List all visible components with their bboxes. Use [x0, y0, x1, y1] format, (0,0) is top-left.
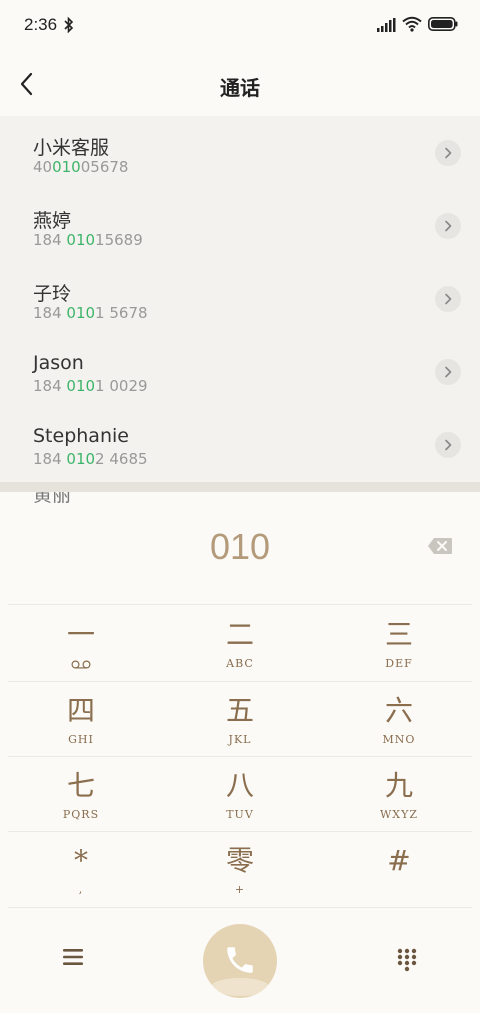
- number-match: 010: [66, 450, 96, 468]
- divider: [8, 604, 472, 605]
- number-match: 010: [66, 377, 96, 395]
- partial-contact-row[interactable]: 黄丽: [33, 492, 93, 506]
- key-letters: GHI: [68, 733, 94, 746]
- divider: [8, 907, 472, 908]
- key-glyph: 八: [225, 769, 254, 802]
- key-letters: JKL: [228, 733, 252, 746]
- key-1[interactable]: 一: [4, 606, 158, 681]
- number-suffix: 1 5678: [95, 304, 148, 322]
- key-letters: DEF: [385, 657, 413, 670]
- key-hash[interactable]: #: [322, 832, 476, 907]
- signal-icon: [377, 18, 396, 32]
- contact-details-button[interactable]: [435, 359, 461, 385]
- number-prefix: 184: [33, 231, 67, 249]
- contact-name: 小米客服: [33, 137, 110, 159]
- key-glyph: 零: [225, 844, 254, 877]
- contact-result-row[interactable]: 子玲 184 0101 5678: [0, 262, 480, 335]
- number-suffix: 05678: [80, 158, 129, 176]
- contact-number: 184 0101 5678: [33, 304, 148, 322]
- key-glyph: #: [387, 844, 411, 877]
- key-4[interactable]: 四 GHI: [4, 682, 158, 757]
- number-prefix: 40: [33, 158, 53, 176]
- key-3[interactable]: 三 DEF: [322, 606, 476, 681]
- key-glyph: 四: [66, 694, 95, 727]
- contact-number: 184 0102 4685: [33, 450, 148, 468]
- chevron-right-icon: [445, 220, 452, 232]
- key-glyph: 五: [225, 694, 254, 727]
- key-letters: +: [234, 883, 246, 896]
- voicemail-icon: [71, 660, 91, 669]
- contact-number: 4001005678: [33, 158, 128, 176]
- key-2[interactable]: 二 ABC: [163, 606, 317, 681]
- key-glyph: 六: [384, 694, 413, 727]
- number-suffix: 15689: [95, 231, 143, 249]
- key-letters: PQRS: [62, 808, 100, 821]
- phone-icon: [227, 947, 253, 973]
- key-letters: WXYZ: [379, 808, 419, 821]
- wifi-icon: [402, 16, 422, 32]
- contact-details-button[interactable]: [435, 286, 461, 312]
- battery-icon: [428, 17, 458, 31]
- page-title: 通话: [220, 76, 260, 100]
- number-suffix: 1 0029: [95, 377, 148, 395]
- contact-name: 燕婷: [33, 210, 72, 232]
- contact-name: 子玲: [33, 283, 72, 305]
- backspace-icon[interactable]: [427, 537, 453, 555]
- number-match: 010: [66, 231, 96, 249]
- key-9[interactable]: 九 WXYZ: [322, 757, 476, 832]
- call-button[interactable]: [203, 924, 277, 998]
- chevron-right-icon: [445, 439, 452, 451]
- key-letters: MNO: [382, 733, 416, 746]
- contact-result-row[interactable]: 燕婷 184 01015689: [0, 189, 480, 262]
- contact-number: 184 01015689: [33, 231, 143, 249]
- key-8[interactable]: 八 TUV: [163, 757, 317, 832]
- chevron-right-icon: [445, 366, 452, 378]
- contact-details-button[interactable]: [435, 140, 461, 166]
- key-7[interactable]: 七 PQRS: [4, 757, 158, 832]
- menu-icon[interactable]: [62, 948, 84, 966]
- contact-name: 黄丽: [33, 492, 72, 506]
- key-letters: ABC: [226, 657, 254, 670]
- number-match: 010: [66, 304, 96, 322]
- key-5[interactable]: 五 JKL: [163, 682, 317, 757]
- contact-result-row[interactable]: 小米客服 4001005678: [0, 116, 480, 189]
- dialed-number: 010: [209, 526, 271, 567]
- key-letters: ,: [78, 883, 84, 896]
- key-0[interactable]: 零 +: [163, 832, 317, 907]
- number-prefix: 184: [33, 450, 67, 468]
- contact-details-button[interactable]: [435, 432, 461, 458]
- keypad-icon[interactable]: [397, 948, 417, 972]
- status-time: 2:36: [24, 15, 58, 34]
- number-suffix: 2 4685: [95, 450, 148, 468]
- key-6[interactable]: 六 MNO: [322, 682, 476, 757]
- dialer-panel: 010 一 二 ABC 三 DEF 四 GHI 五 JKL 六 MNO 七 PQ…: [0, 506, 480, 1013]
- contact-name: Jason: [33, 352, 84, 374]
- number-match: 010: [52, 158, 81, 176]
- key-letters: TUV: [226, 808, 254, 821]
- key-glyph: 二: [225, 618, 254, 651]
- number-prefix: 184: [33, 304, 67, 322]
- list-divider: [0, 482, 480, 492]
- chevron-right-icon: [445, 293, 452, 305]
- contact-name: Stephanie: [33, 425, 129, 447]
- call-button-texture: [211, 978, 269, 996]
- key-glyph: 九: [384, 769, 413, 802]
- status-bar: 2:36: [0, 0, 480, 52]
- key-glyph: 三: [384, 618, 413, 651]
- bluetooth-icon: [64, 16, 74, 34]
- contact-results-list: 小米客服 4001005678 燕婷 184 01015689 子玲 184 0…: [0, 116, 480, 482]
- contact-details-button[interactable]: [435, 213, 461, 239]
- number-prefix: 184: [33, 377, 67, 395]
- contact-number: 184 0101 0029: [33, 377, 148, 395]
- key-glyph: 一: [66, 618, 95, 651]
- contact-result-row[interactable]: Stephanie 184 0102 4685: [0, 408, 480, 481]
- title-bar: 通话: [0, 52, 480, 116]
- key-glyph: *: [74, 844, 88, 877]
- key-star[interactable]: * ,: [4, 832, 158, 907]
- key-glyph: 七: [66, 769, 95, 802]
- contact-result-row[interactable]: Jason 184 0101 0029: [0, 335, 480, 408]
- chevron-right-icon: [445, 147, 452, 159]
